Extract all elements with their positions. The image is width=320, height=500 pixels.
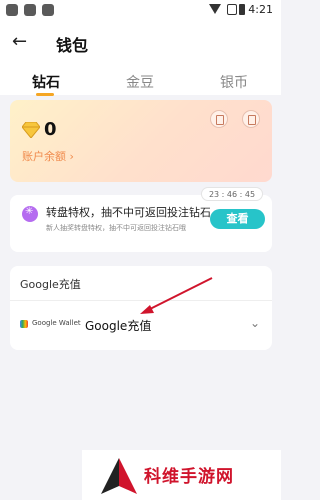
watermark-text: 科维手游网 [144,467,234,487]
watermark-triangle-icon [101,458,137,494]
watermark-logo: 科维手游网 [82,450,281,500]
annotation-arrow-icon [140,277,213,314]
